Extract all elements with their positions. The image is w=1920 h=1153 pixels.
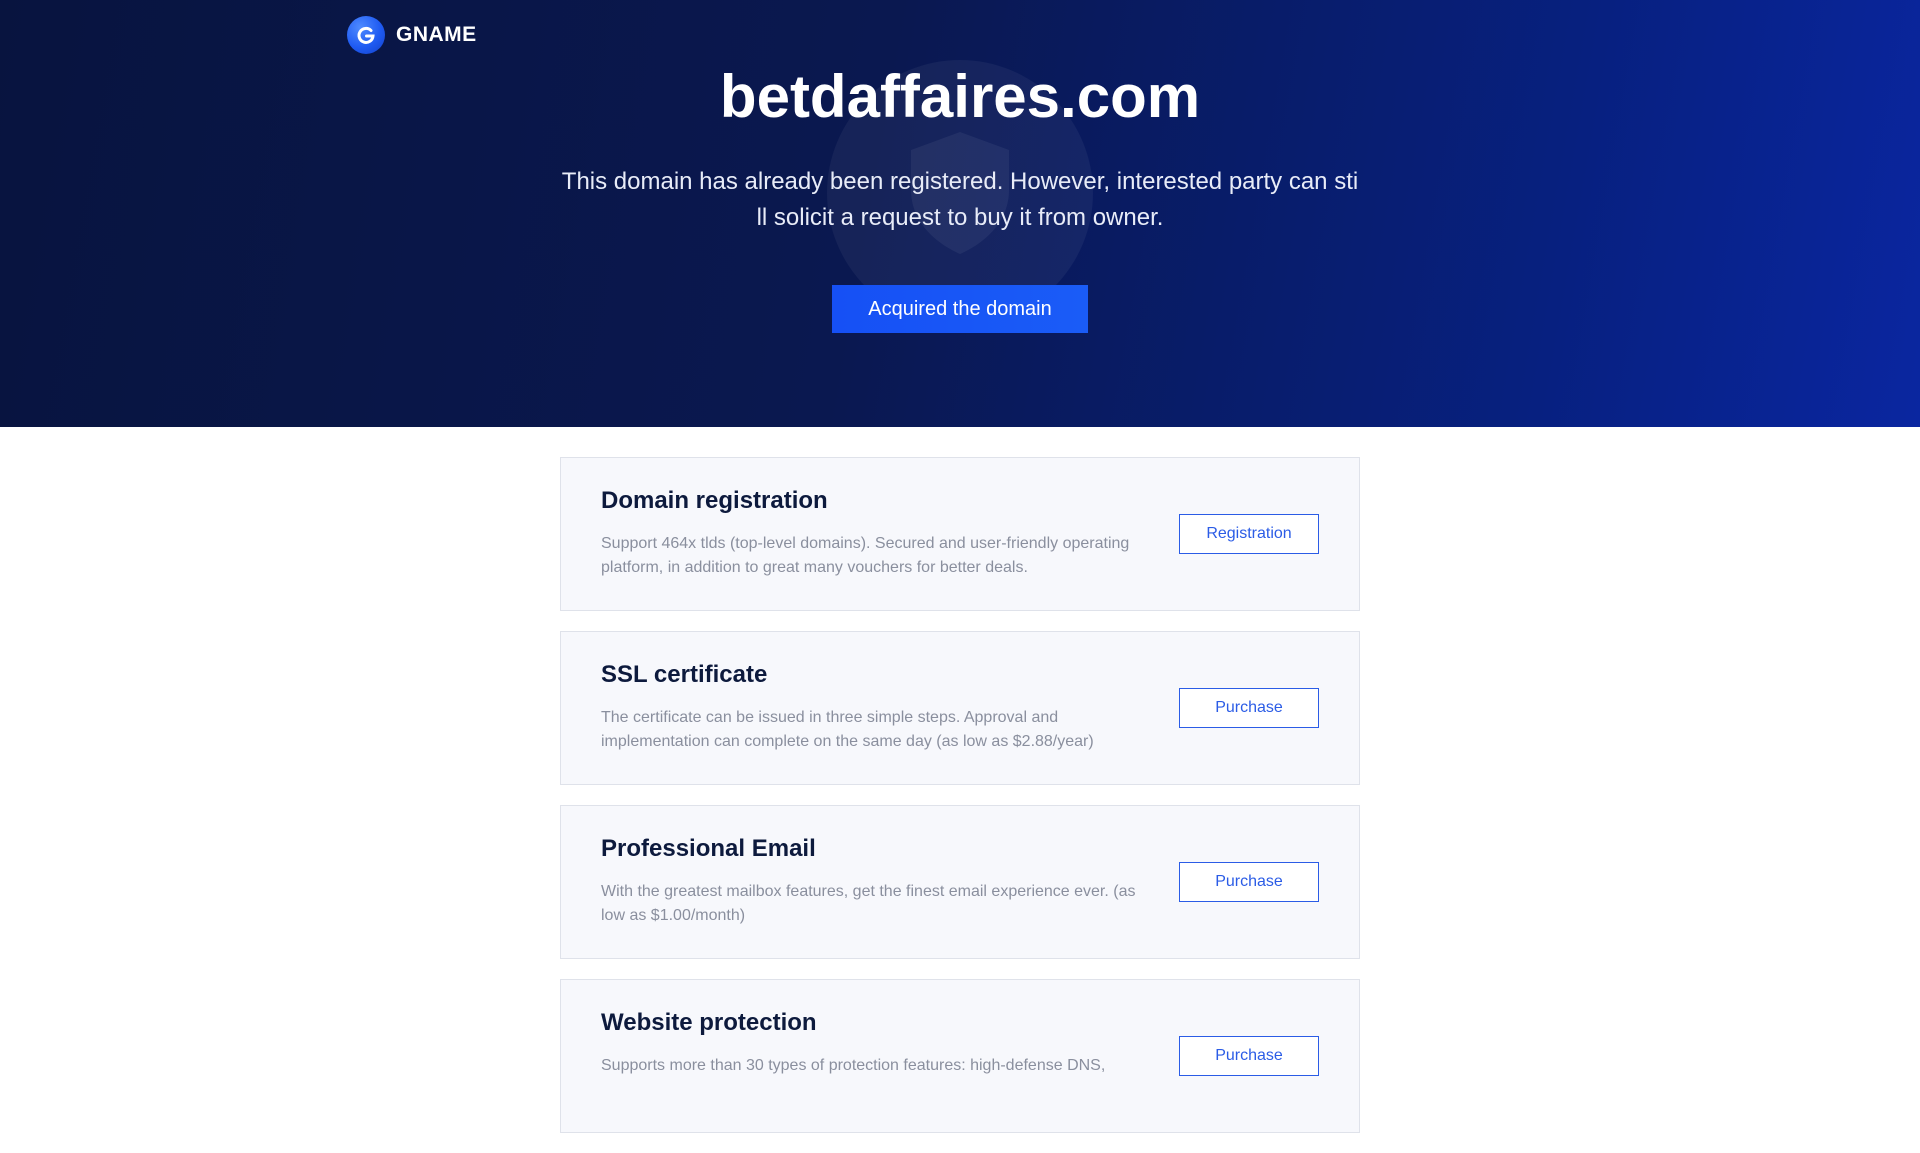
hero-banner: GNAME betdaffaires.com This domain has a… (0, 0, 1920, 427)
service-card-professional-email: Professional Email With the greatest mai… (560, 805, 1360, 959)
acquire-domain-button[interactable]: Acquired the domain (832, 285, 1088, 333)
registration-button[interactable]: Registration (1179, 514, 1319, 554)
service-description: With the greatest mailbox features, get … (601, 883, 1136, 924)
service-title: Website protection (601, 1009, 817, 1036)
service-card-domain-registration: Domain registration Support 464x tlds (t… (560, 457, 1360, 611)
service-title: Professional Email (601, 835, 816, 862)
gname-logo-icon (347, 16, 385, 54)
service-description: The certificate can be issued in three s… (601, 709, 1094, 750)
service-description: Supports more than 30 types of protectio… (601, 1057, 1106, 1074)
service-title: SSL certificate (601, 661, 768, 688)
service-title: Domain registration (601, 487, 828, 514)
service-card-website-protection: Website protection Supports more than 30… (560, 979, 1360, 1133)
brand-name: GNAME (396, 23, 477, 46)
services-list: Domain registration Support 464x tlds (t… (560, 457, 1360, 1153)
domain-status-message: This domain has already been registered.… (561, 168, 1359, 231)
purchase-ssl-button[interactable]: Purchase (1179, 688, 1319, 728)
service-description: Support 464x tlds (top-level domains). S… (601, 535, 1130, 576)
service-card-ssl-certificate: SSL certificate The certificate can be i… (560, 631, 1360, 785)
purchase-email-button[interactable]: Purchase (1179, 862, 1319, 902)
purchase-protection-button[interactable]: Purchase (1179, 1036, 1319, 1076)
gname-logo[interactable]: GNAME (347, 16, 477, 54)
domain-title: betdaffaires.com (719, 63, 1201, 130)
